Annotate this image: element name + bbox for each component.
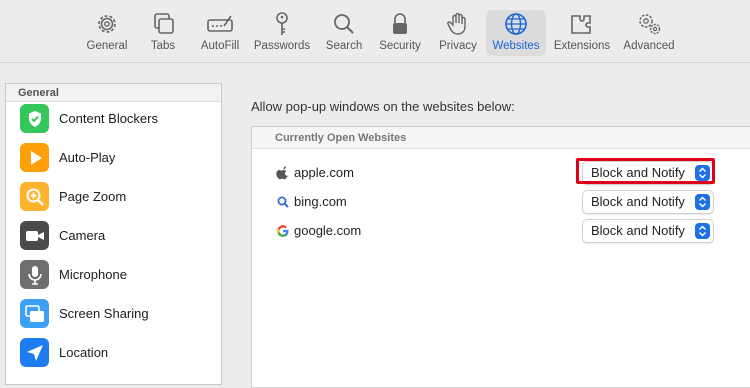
tab-websites[interactable]: Websites [486, 10, 546, 56]
checkmark-shield-icon [20, 104, 49, 133]
screen-sharing-icon [20, 299, 49, 328]
sidebar-item-auto-play[interactable]: Auto-Play [6, 138, 221, 177]
tab-advanced[interactable]: Advanced [620, 10, 678, 56]
popup-setting-select[interactable]: Block and Notify [582, 190, 714, 214]
tab-search[interactable]: Search [322, 10, 366, 56]
table-row: google.com Block and Notify [252, 218, 750, 244]
tab-tabs-label: Tabs [150, 40, 176, 52]
tab-general[interactable]: General [84, 10, 130, 56]
sidebar-item-microphone[interactable]: Microphone [6, 255, 221, 294]
tab-privacy[interactable]: Privacy [434, 10, 482, 56]
key-icon [268, 11, 296, 37]
sidebar-item-label: Page Zoom [59, 189, 127, 204]
tab-autofill[interactable]: AutoFill [196, 10, 244, 56]
site-name: apple.com [294, 165, 354, 180]
play-icon [20, 143, 49, 172]
panel-header: Currently Open Websites [252, 127, 750, 149]
tab-websites-label: Websites [492, 40, 540, 52]
tab-extensions[interactable]: Extensions [551, 10, 613, 56]
tab-passwords-label: Passwords [253, 40, 311, 52]
tabs-icon [149, 11, 177, 37]
tab-advanced-label: Advanced [623, 40, 675, 52]
tab-general-label: General [86, 40, 128, 52]
tab-tabs[interactable]: Tabs [143, 10, 183, 56]
sidebar-item-label: Location [59, 345, 109, 360]
gears-icon [635, 11, 663, 37]
sidebar-item-label: Screen Sharing [59, 306, 149, 321]
bing-search-icon [276, 195, 290, 209]
tab-security[interactable]: Security [375, 10, 425, 56]
gear-icon [93, 11, 121, 37]
tab-privacy-label: Privacy [439, 40, 477, 52]
sidebar: General Content Blockers Auto-Play Page … [5, 83, 222, 385]
microphone-icon [20, 260, 49, 289]
table-row: bing.com Block and Notify [252, 189, 750, 215]
page-title: Allow pop-up windows on the websites bel… [251, 99, 515, 114]
preferences-toolbar: General Tabs AutoFill Passwords Search S… [0, 0, 750, 63]
site-name: bing.com [294, 194, 347, 209]
magnifier-icon [330, 11, 358, 37]
sidebar-item-label: Auto-Play [59, 150, 116, 165]
tab-security-label: Security [379, 40, 421, 52]
google-icon [276, 224, 290, 238]
sidebar-item-label: Content Blockers [59, 111, 158, 126]
sidebar-item-label: Microphone [59, 267, 127, 282]
sidebar-item-camera[interactable]: Camera [6, 216, 221, 255]
location-arrow-icon [20, 338, 49, 367]
chevron-updown-icon [695, 223, 710, 239]
sidebar-item-label: Camera [59, 228, 106, 243]
tab-extensions-label: Extensions [553, 40, 611, 52]
sidebar-item-screen-sharing[interactable]: Screen Sharing [6, 294, 221, 333]
tab-autofill-label: AutoFill [200, 40, 240, 52]
popup-setting-select[interactable]: Block and Notify [582, 219, 714, 243]
autofill-icon [206, 11, 234, 37]
camera-icon [20, 221, 49, 250]
tab-passwords[interactable]: Passwords [251, 10, 313, 56]
site-name: google.com [294, 223, 362, 238]
tab-search-label: Search [325, 40, 363, 52]
sidebar-item-location[interactable]: Location [6, 333, 221, 372]
apple-icon [276, 166, 290, 180]
highlight-annotation [576, 158, 715, 184]
select-value: Block and Notify [591, 223, 685, 238]
puzzle-icon [568, 11, 596, 37]
select-value: Block and Notify [591, 194, 685, 209]
zoom-icon [20, 182, 49, 211]
lock-icon [386, 11, 414, 37]
sidebar-item-page-zoom[interactable]: Page Zoom [6, 177, 221, 216]
chevron-updown-icon [695, 194, 710, 210]
globe-icon [502, 11, 530, 37]
hand-icon [444, 11, 472, 37]
sidebar-item-content-blockers[interactable]: Content Blockers [6, 99, 221, 138]
